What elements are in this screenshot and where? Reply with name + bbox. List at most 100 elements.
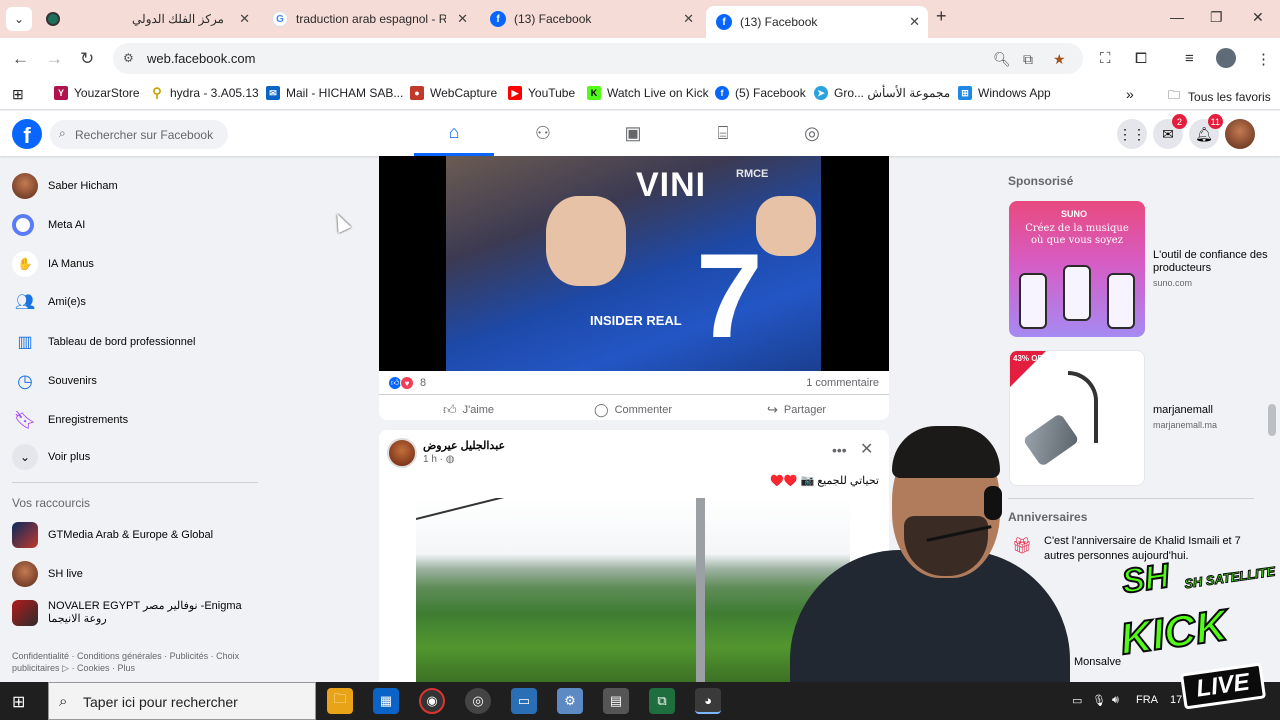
- windows-start-icon[interactable]: ⊞: [12, 692, 25, 712]
- sidebar-item-dashboard[interactable]: ▥ Tableau de bord professionnel: [12, 327, 195, 357]
- menu-grid-icon[interactable]: ⋮⋮: [1117, 119, 1147, 149]
- sidebar-item-memories[interactable]: ◷ Souvenirs: [12, 366, 97, 396]
- facebook-logo-icon[interactable]: f: [12, 119, 42, 149]
- bookmark-webcapture[interactable]: ● WebCapture: [410, 86, 497, 100]
- close-tab-icon[interactable]: ✕: [909, 14, 920, 30]
- close-tab-icon[interactable]: ✕: [239, 11, 250, 27]
- browser-menu-icon[interactable]: ⋮: [1256, 50, 1271, 68]
- bookmark-facebook[interactable]: f (5) Facebook: [715, 86, 806, 100]
- reactions-summary[interactable]: 👍︎ ♥ 8: [388, 376, 426, 390]
- close-window-button[interactable]: ✕: [1252, 9, 1264, 26]
- tab-facebook-active[interactable]: f (13) Facebook ✕: [706, 6, 928, 38]
- store-icon[interactable]: ▦: [373, 688, 399, 714]
- sidebar-item-friends[interactable]: 👥︎ Ami(e)s: [12, 287, 86, 317]
- post-time[interactable]: 1 h · ◍: [423, 454, 455, 465]
- extensions-icon[interactable]: ⧠: [1135, 50, 1147, 67]
- reload-icon[interactable]: ↻: [80, 49, 94, 69]
- install-app-icon[interactable]: ⧉: [1023, 51, 1033, 68]
- network-app-icon[interactable]: ⧉: [649, 688, 675, 714]
- tab-group-icon[interactable]: [40, 7, 66, 31]
- sidebar-item-meta-ai[interactable]: Meta AI: [12, 210, 85, 240]
- ad-suno-image[interactable]: SUNO Créez de la musique où que vous soy…: [1009, 201, 1145, 337]
- comment-button[interactable]: ◯ Commenter: [594, 402, 672, 418]
- calculator-icon[interactable]: ▤: [603, 688, 629, 714]
- promo-text: 43% OFF: [1013, 354, 1048, 363]
- nav-home-icon[interactable]: ⌂: [414, 111, 494, 156]
- bookmark-label: YouTube: [528, 86, 576, 100]
- facebook-favicon-icon: f: [716, 14, 732, 30]
- like-button[interactable]: 👍︎ J'aime: [443, 402, 494, 418]
- sidebar-item-label: Ami(e)s: [48, 296, 86, 308]
- bookmark-mail[interactable]: ✉ Mail - HICHAM SAB...: [266, 86, 403, 100]
- tab-falak[interactable]: مركز الفلك الدولي ✕: [78, 6, 258, 32]
- address-toolbar: ← → ↻ ⚙ web.facebook.com 🔍︎ ⧉ ★ ⛶ ⧠ ≡ ⋮: [0, 38, 1280, 79]
- share-button[interactable]: ↪ Partager: [767, 402, 826, 418]
- url-text[interactable]: web.facebook.com: [147, 51, 255, 66]
- tool-app-icon[interactable]: ⚙: [557, 688, 583, 714]
- screenshot-extension-icon[interactable]: ⛶: [1100, 50, 1111, 67]
- tray-network-icon[interactable]: ▭: [1072, 694, 1082, 707]
- profile-avatar-icon[interactable]: [1216, 48, 1236, 68]
- bookmark-telegram-group[interactable]: ➤ Gro... مجموعة الأسأش: [814, 86, 950, 100]
- taskbar-search-input[interactable]: ⌕ Taper ici pour rechercher: [48, 682, 316, 720]
- ad-title[interactable]: L'outil de confiance des producteurs: [1153, 249, 1270, 275]
- tab-facebook-1[interactable]: f (13) Facebook ✕: [480, 6, 702, 32]
- bookmark-youtube[interactable]: ▶ YouTube: [508, 86, 575, 100]
- minimize-button[interactable]: —: [1170, 9, 1184, 25]
- new-tab-button[interactable]: +: [936, 6, 947, 27]
- nav-friends-icon[interactable]: ⚇: [503, 111, 583, 156]
- contact-name[interactable]: Monsalve: [1074, 656, 1121, 669]
- close-tab-icon[interactable]: ✕: [683, 11, 694, 27]
- sidebar-item-label: Voir plus: [48, 451, 91, 463]
- notifications-bell-icon[interactable]: 🔔︎ 11: [1189, 114, 1223, 149]
- remote-desktop-icon[interactable]: ▭: [511, 688, 537, 714]
- browser-tab-bar: ⌄ مركز الفلك الدولي ✕ G traduction arab …: [0, 0, 1280, 38]
- omnibox[interactable]: ⚙ web.facebook.com 🔍︎ ⧉ ★: [113, 43, 1083, 74]
- restore-button[interactable]: ❐: [1210, 9, 1223, 26]
- media-control-icon[interactable]: ≡: [1185, 50, 1194, 67]
- nav-groups-icon[interactable]: ◎: [772, 111, 852, 156]
- back-icon[interactable]: ←: [12, 49, 29, 69]
- ad-title[interactable]: marjanemall: [1153, 404, 1213, 417]
- sidebar-item-saved[interactable]: 🔖︎ Enregistrements: [12, 405, 129, 435]
- comment-icon: ◯: [594, 402, 609, 417]
- bookmark-kick[interactable]: K Watch Live on Kick: [587, 86, 709, 100]
- bookmark-youzarstore[interactable]: Y YouzarStore: [54, 86, 140, 100]
- nav-marketplace-icon[interactable]: ⌸: [683, 111, 763, 156]
- tab-search-button[interactable]: ⌄: [6, 7, 32, 31]
- sidebar-item-see-more[interactable]: ⌄ Voir plus: [12, 442, 90, 472]
- footer-links[interactable]: Confidentialité · Conditions générales ·…: [12, 650, 252, 674]
- bookmark-windows-app[interactable]: ⊞ Windows App: [958, 86, 1051, 100]
- all-bookmarks-folder[interactable]: 🗀 Tous les favoris: [1168, 86, 1271, 107]
- tray-mic-icon[interactable]: 🎙︎: [1092, 694, 1106, 707]
- screen-recorder-icon[interactable]: ◉: [419, 688, 445, 714]
- account-avatar[interactable]: [1225, 119, 1255, 149]
- messenger-icon[interactable]: ✉ 2: [1153, 114, 1187, 149]
- sidebar-item-profile[interactable]: Saber Hicham: [12, 171, 118, 201]
- bookmarks-overflow-icon[interactable]: »: [1126, 86, 1134, 102]
- facebook-search-input[interactable]: ⌕ Rechercher sur Facebook: [50, 120, 228, 149]
- close-tab-icon[interactable]: ✕: [457, 11, 468, 27]
- camera-app-icon[interactable]: ◎: [465, 688, 491, 714]
- site-info-icon[interactable]: ⚙: [123, 51, 134, 65]
- sidebar-item-ia-manus[interactable]: ✋ IA Manus: [12, 249, 94, 279]
- bookmark-hydra[interactable]: ⚲ hydra - 3.A05.13: [150, 85, 259, 100]
- file-explorer-icon[interactable]: 🗀: [327, 688, 353, 714]
- chrome-icon[interactable]: ◕: [695, 688, 721, 714]
- comments-count[interactable]: 1 commentaire: [806, 377, 879, 389]
- nav-video-icon[interactable]: ▣: [593, 111, 673, 156]
- forward-icon[interactable]: →: [46, 49, 63, 69]
- bookmark-label: YouzarStore: [74, 86, 140, 100]
- thumbs-up-icon: 👍︎: [443, 402, 457, 417]
- zoom-icon[interactable]: 🔍︎: [993, 51, 1011, 68]
- tab-traduction[interactable]: G traduction arab espagnol - Rech ✕: [262, 6, 476, 32]
- bookmark-star-icon[interactable]: ★: [1053, 51, 1066, 68]
- shortcut-sh-live[interactable]: SH live: [12, 559, 83, 589]
- page-scrollbar[interactable]: [1268, 404, 1276, 436]
- shortcut-gtmedia[interactable]: GTMedia Arab & Europe & Global: [12, 520, 213, 550]
- post-video[interactable]: VINI RMCE 7 INSIDER REAL: [379, 156, 889, 371]
- author-avatar[interactable]: [387, 438, 417, 468]
- shortcut-novaler[interactable]: NOVALER EGYPT نوفالير مصر -Enigma روعة ا…: [12, 598, 258, 628]
- post-author[interactable]: عبدالجليل عيروض: [423, 439, 505, 452]
- apps-grid-icon[interactable]: ⊞: [12, 86, 24, 103]
